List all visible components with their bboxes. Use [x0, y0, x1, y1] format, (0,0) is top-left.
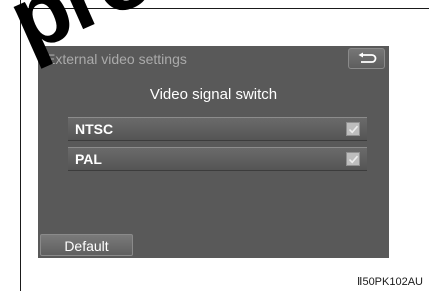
manual-page: External video settings Video signal swi… [0, 0, 429, 291]
ntsc-checkbox[interactable] [346, 122, 360, 136]
display-screen: External video settings Video signal swi… [38, 46, 389, 258]
default-button-label: Default [64, 238, 109, 254]
option-ntsc-label: NTSC [75, 121, 114, 137]
page-left-rule [20, 0, 21, 291]
section-heading: Video signal switch [149, 86, 278, 103]
checkmark-icon [348, 155, 359, 164]
option-pal-label: PAL [75, 151, 102, 167]
option-ntsc-button[interactable]: NTSC [68, 117, 367, 141]
return-arrow-icon [358, 52, 377, 63]
screen-title: External video settings [46, 51, 187, 67]
option-pal-button[interactable]: PAL [68, 147, 367, 171]
figure-code: Ⅱ50PK102AU [357, 276, 423, 288]
checkmark-icon [348, 125, 359, 134]
back-button[interactable] [348, 48, 385, 69]
page-top-rule [20, 8, 429, 9]
pal-checkbox[interactable] [346, 152, 360, 166]
default-button[interactable]: Default [40, 234, 133, 256]
